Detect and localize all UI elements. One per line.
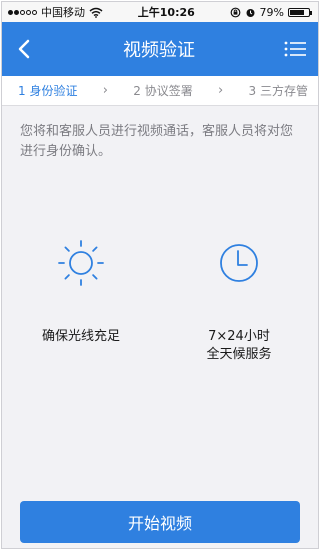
step-identity-verification: 1 身份验证 (18, 84, 78, 98)
feature-service-hours-line2: 全天候服务 (206, 347, 272, 362)
start-video-button[interactable]: 开始视频 (20, 501, 300, 543)
status-right: 79% (230, 5, 312, 19)
feature-lighting: 确保光线充足 (2, 238, 160, 364)
alarm-icon (246, 8, 255, 17)
step-agreement-signing: 2 协议签署 (133, 84, 193, 98)
clock-icon (220, 244, 258, 282)
feature-list: 确保光线充足 7×24小时 全天候服务 (2, 238, 318, 364)
feature-service-hours-text: 7×24小时 全天候服务 (206, 328, 271, 364)
battery-level (290, 9, 305, 15)
battery-icon (288, 7, 312, 17)
status-time: 上午10:26 (137, 6, 195, 19)
feature-lighting-text: 确保光线充足 (42, 328, 120, 346)
rotation-lock-icon (230, 7, 240, 17)
chevron-left-icon (18, 39, 30, 59)
signal-strength-icon (8, 9, 37, 15)
feature-service-hours-line1: 7×24小时 (208, 329, 270, 344)
carrier-name: 中国移动 (41, 6, 85, 19)
feature-lighting-line1: 确保光线充足 (41, 329, 120, 344)
chevron-right-icon: › (218, 83, 224, 98)
phone-screen: 中国移动 上午10:26 79% 视频验证 1 身份验证 › 2 协议签署 › … (1, 1, 319, 549)
battery-percent: 79% (259, 5, 284, 19)
step-indicator: 1 身份验证 › 2 协议签署 › 3 三方存管 (2, 76, 318, 106)
back-button[interactable] (12, 34, 36, 64)
menu-button[interactable] (282, 34, 308, 64)
sun-icon (58, 240, 104, 286)
nav-bar: 视频验证 (2, 22, 318, 76)
list-menu-icon (284, 41, 306, 57)
page-title: 视频验证 (123, 40, 195, 61)
feature-service-hours: 7×24小时 全天候服务 (160, 238, 318, 364)
wifi-icon (89, 7, 103, 18)
chevron-right-icon: › (102, 83, 108, 98)
status-bar: 中国移动 上午10:26 79% (2, 2, 318, 22)
step-third-party-custody: 3 三方存管 (248, 84, 308, 98)
status-left: 中国移动 (8, 4, 103, 20)
intro-text: 您将和客服人员进行视频通话，客服人员将对您进行身份确认。 (20, 124, 294, 159)
